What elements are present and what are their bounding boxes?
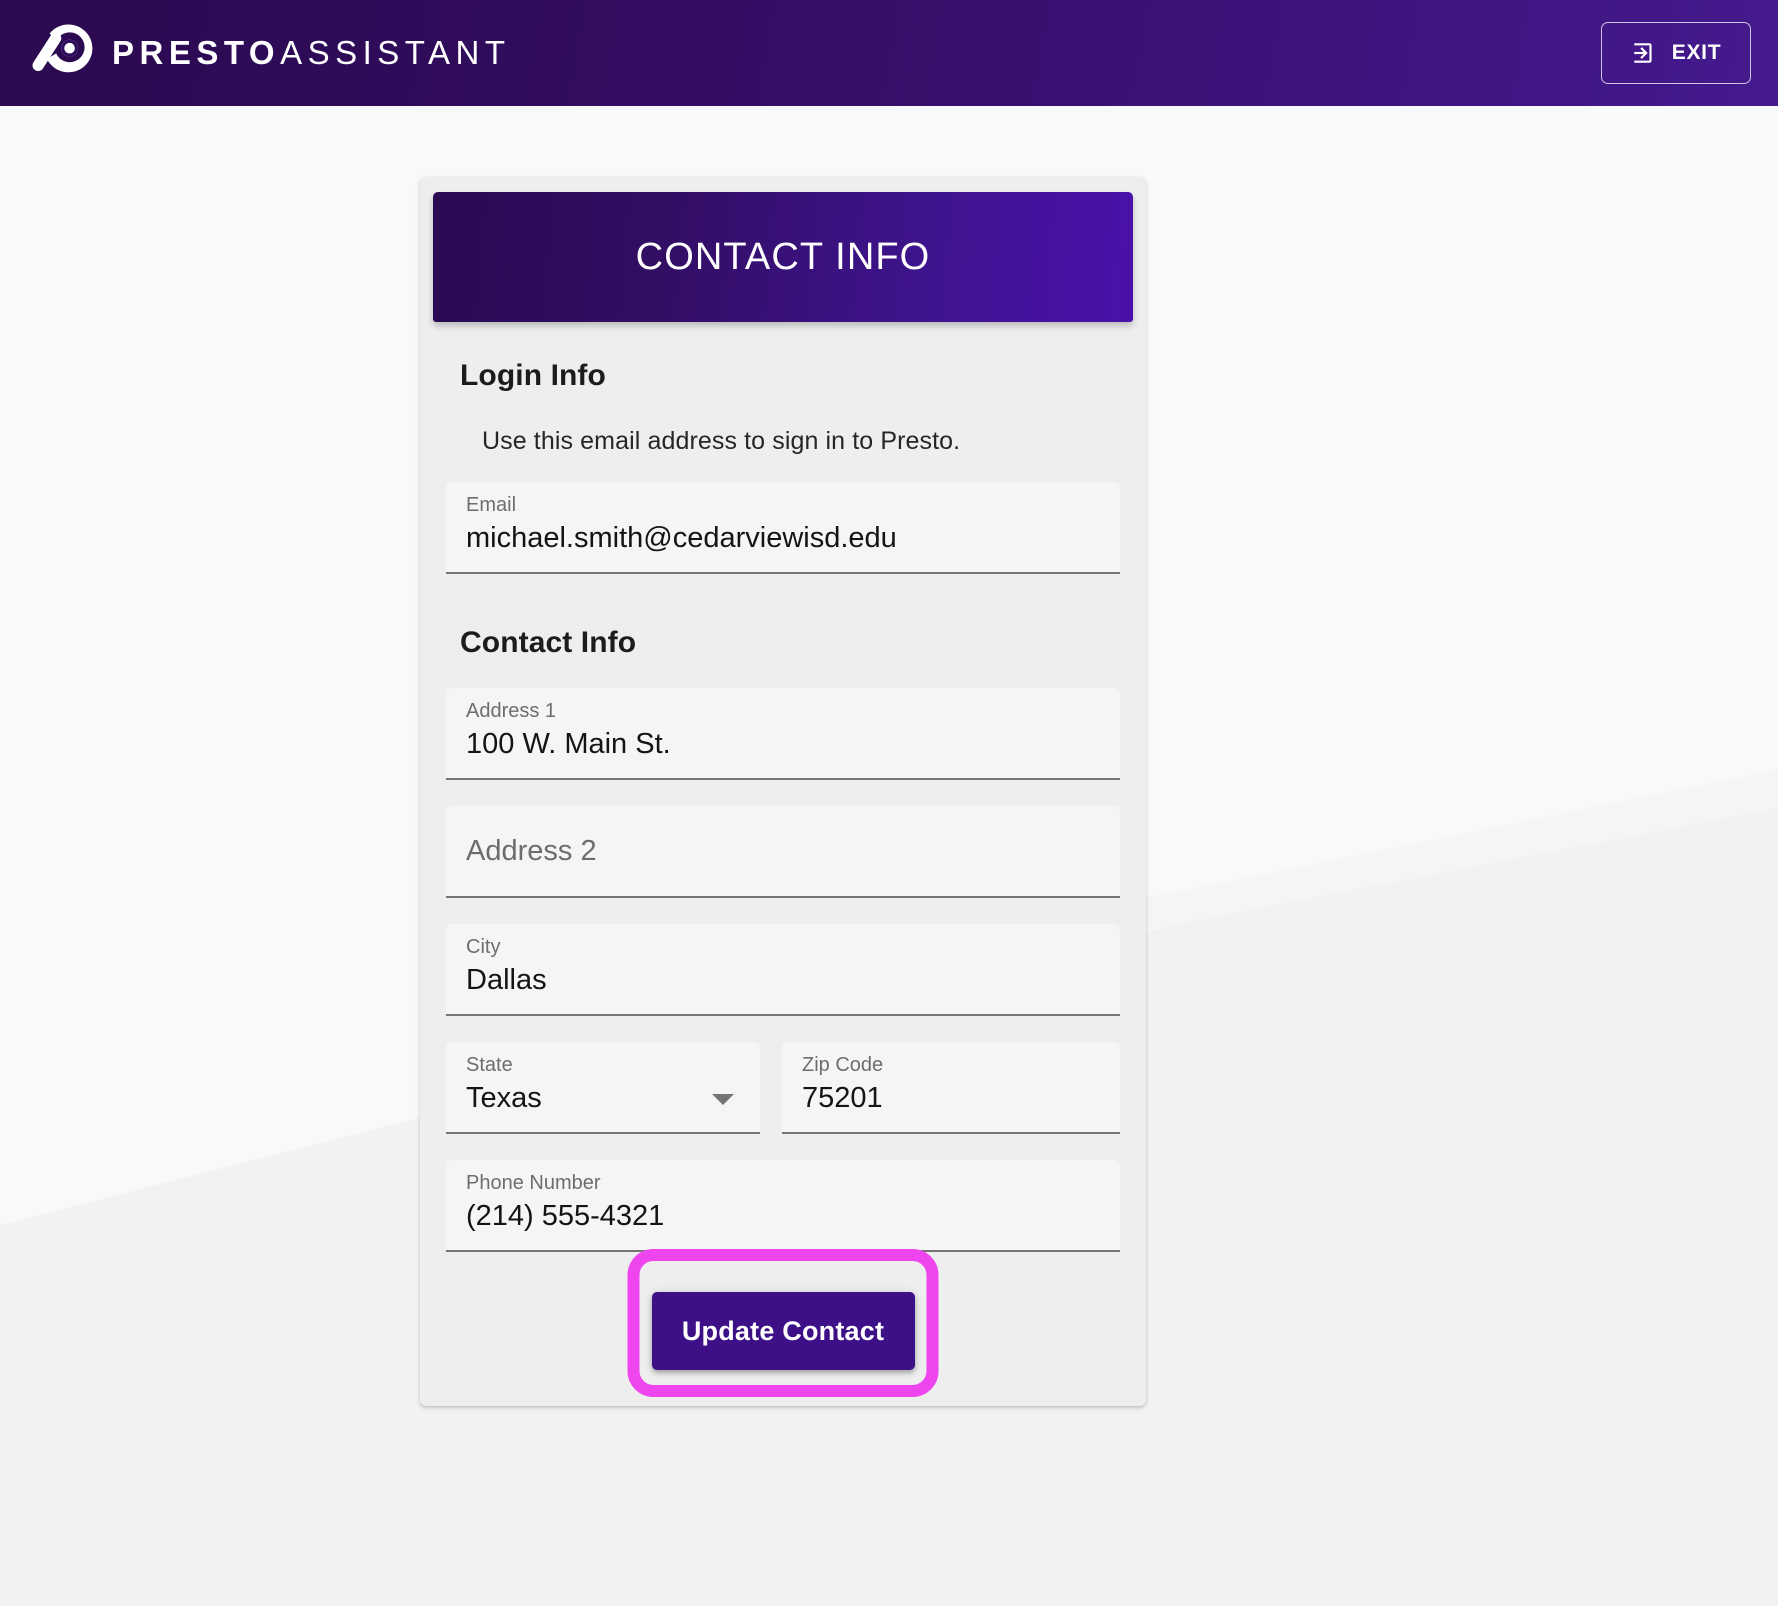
exit-button[interactable]: EXIT: [1601, 22, 1751, 84]
address1-field-label: Address 1: [466, 700, 557, 722]
city-field[interactable]: City Dallas: [446, 924, 1120, 1016]
contact-info-card: CONTACT INFO Login Info Use this email a…: [420, 177, 1146, 1406]
state-zip-row: State Texas Zip Code 75201: [446, 1042, 1120, 1134]
card-actions: Update Contact: [446, 1249, 1120, 1397]
presto-logo-icon: [32, 24, 93, 73]
state-select-label: State: [466, 1054, 513, 1076]
zip-code-field-value: 75201: [802, 1082, 883, 1114]
chevron-down-icon[interactable]: [712, 1094, 734, 1105]
exit-door-arrow-icon: [1634, 43, 1652, 63]
phone-number-field-label: Phone Number: [466, 1172, 601, 1194]
exit-button-label: EXIT: [1671, 41, 1722, 64]
email-field[interactable]: Email michael.smith@cedarviewisd.edu: [446, 482, 1120, 574]
address1-field[interactable]: Address 1 100 W. Main St.: [446, 688, 1120, 780]
brand-name-light: ASSISTANT: [280, 33, 511, 71]
city-field-value: Dallas: [466, 964, 547, 996]
phone-number-field[interactable]: Phone Number (214) 555-4321: [446, 1160, 1120, 1252]
card-header-banner: CONTACT INFO: [433, 192, 1133, 322]
state-select-value: Texas: [466, 1082, 542, 1114]
state-select[interactable]: State Texas: [446, 1042, 760, 1134]
app-header-bar: PRESTO ASSISTANT EXIT: [0, 0, 1778, 106]
brand-name-bold: PRESTO: [112, 33, 281, 71]
contact-info-heading: Contact Info: [460, 626, 637, 659]
city-field-label: City: [466, 936, 501, 958]
page-title: CONTACT INFO: [635, 235, 931, 278]
address1-field-value: 100 W. Main St.: [466, 728, 671, 760]
phone-number-field-value: (214) 555-4321: [466, 1200, 665, 1232]
card-body: Login Info Use this email address to sig…: [420, 359, 1146, 1397]
zip-code-field-label: Zip Code: [802, 1054, 884, 1076]
address2-field-placeholder: Address 2: [466, 834, 597, 867]
zip-code-field[interactable]: Zip Code 75201: [782, 1042, 1120, 1134]
email-field-value: michael.smith@cedarviewisd.edu: [466, 522, 897, 554]
address2-field[interactable]: Address 2: [446, 806, 1120, 898]
login-info-heading: Login Info: [460, 359, 606, 392]
email-field-label: Email: [466, 494, 517, 516]
update-contact-button[interactable]: Update Contact: [651, 1292, 915, 1370]
brand-logo: PRESTO ASSISTANT: [28, 19, 511, 85]
brand-wordmark: PRESTO ASSISTANT: [112, 36, 511, 69]
login-info-helper-text: Use this email address to sign in to Pre…: [482, 427, 961, 455]
